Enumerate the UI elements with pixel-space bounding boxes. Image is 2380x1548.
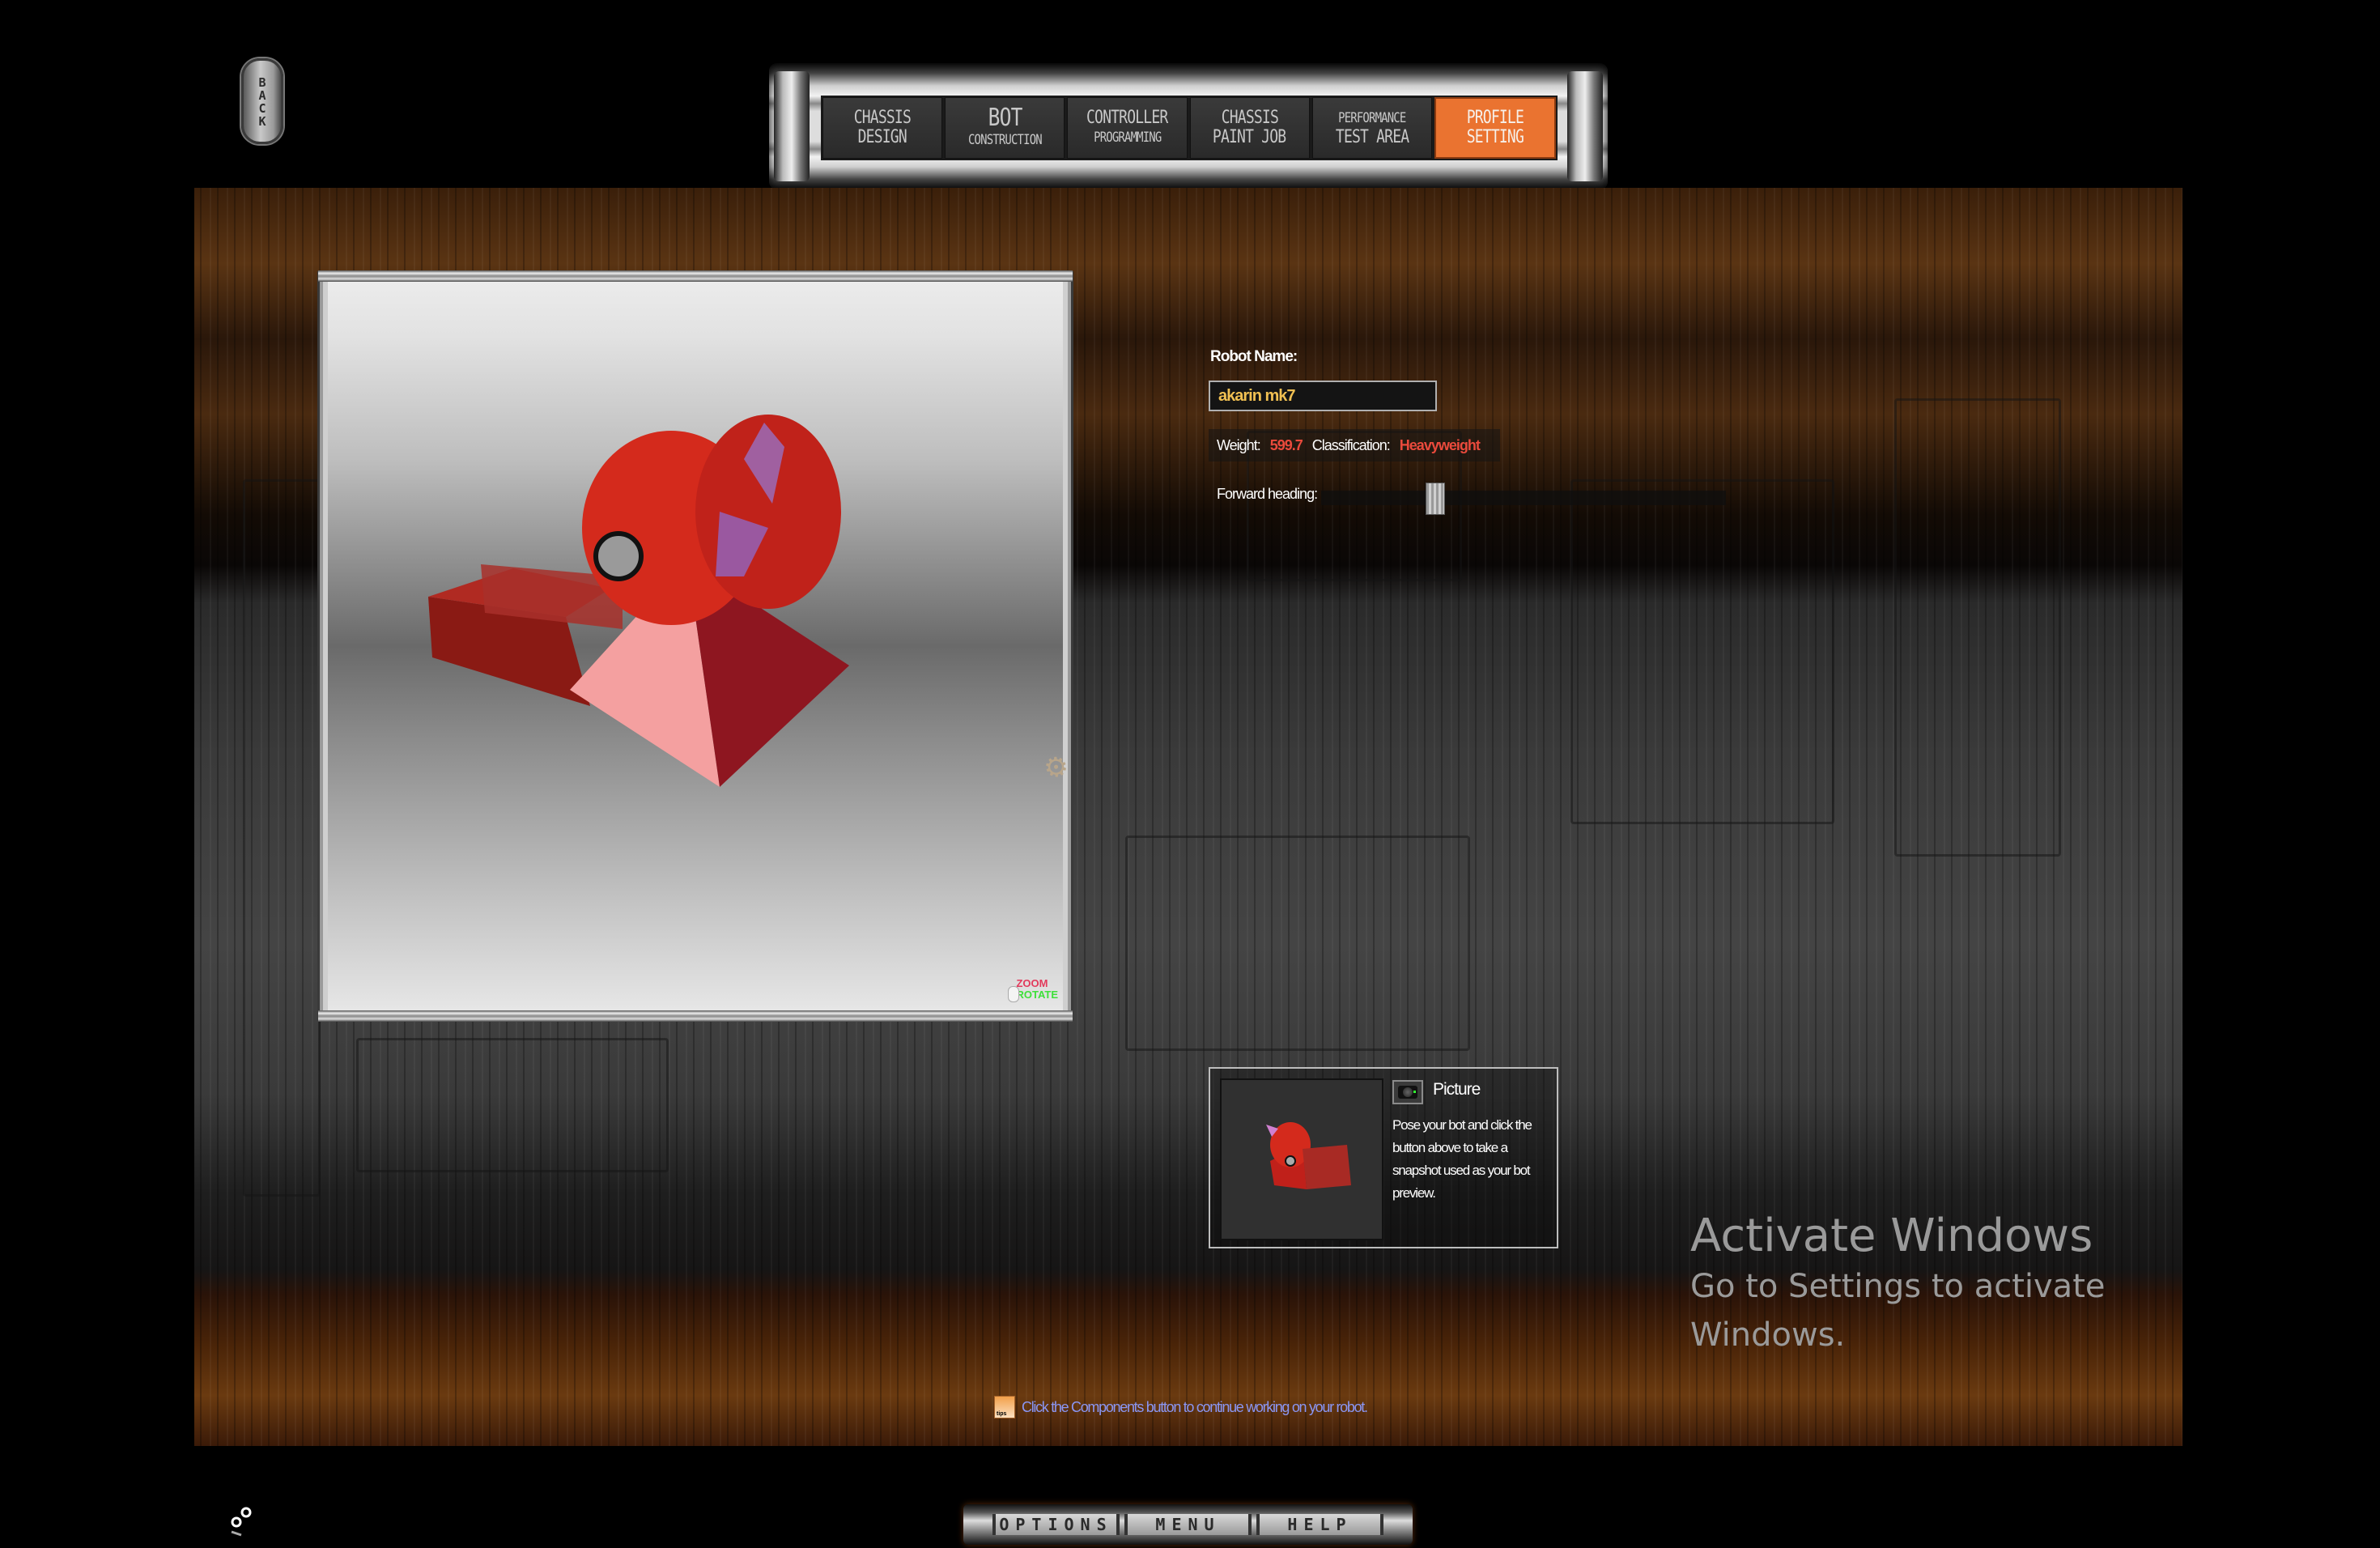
tip-text: Click the Components button to continue … (1022, 1398, 1368, 1415)
tab-bot-construction[interactable]: BOT CONSTRUCTION (945, 97, 1065, 159)
activate-windows-watermark: Activate Windows Go to Settings to activ… (1690, 1210, 2127, 1359)
tab-label-line1: CHASSIS (1221, 108, 1278, 128)
preview-wheel (1285, 1155, 1296, 1167)
tab-label-line2: PAINT JOB (1213, 127, 1286, 147)
picture-title: Picture (1433, 1080, 1481, 1099)
lightbulb-tip-icon: tips (994, 1396, 1015, 1418)
forward-heading-slider-track[interactable] (1321, 491, 1726, 505)
tab-chassis-paint-job[interactable]: CHASSIS PAINT JOB (1189, 97, 1310, 159)
back-button-label: BACK (255, 75, 270, 127)
robot-model (428, 415, 849, 787)
bot-preview-thumbnail (1220, 1078, 1383, 1240)
tab-label-line1: PROFILE (1466, 108, 1524, 128)
tab-performance-test-area[interactable]: PERFORMANCE TEST AREA (1311, 97, 1432, 159)
tab-label-line2: SETTING (1466, 127, 1524, 147)
help-button[interactable]: HELP (1256, 1514, 1383, 1535)
picture-description: Pose your bot and click the button above… (1392, 1117, 1532, 1201)
circuit-trace (1125, 836, 1470, 1051)
tab-label-line2: TEST AREA (1335, 127, 1409, 147)
tip-bar: tips Click the Components button to cont… (994, 1396, 1368, 1418)
watermark-subtitle: Go to Settings to activate Windows. (1690, 1268, 2106, 1354)
take-picture-button[interactable] (1392, 1080, 1423, 1104)
circuit-trace (356, 1038, 669, 1172)
tab-label-line1: PERFORMANCE (1338, 110, 1406, 126)
options-button[interactable]: OPTIONS (992, 1514, 1120, 1535)
circuit-trace (1894, 398, 2061, 857)
tab-label-line2: DESIGN (857, 127, 907, 147)
back-button[interactable]: BACK (241, 58, 283, 144)
zoom-hint-label: ZOOM (1016, 977, 1048, 989)
picture-panel: Picture Pose your bot and click the butt… (1209, 1067, 1558, 1248)
mouse-controls-hint: ZOOM ROTATE (1008, 977, 1058, 1002)
robot-3d-viewport[interactable]: ZOOM ROTATE (318, 270, 1073, 1022)
tab-controller-programming[interactable]: CONTROLLER PROGRAMMING (1067, 97, 1188, 159)
classification-label: Classification: (1311, 436, 1391, 453)
preview-body (1303, 1145, 1351, 1189)
tab-profile-setting[interactable]: PROFILE SETTING (1434, 97, 1557, 159)
tab-chassis-design[interactable]: CHASSIS DESIGN (822, 97, 943, 159)
mouse-icon (1008, 986, 1020, 1002)
bot-preview-image (1266, 1122, 1351, 1189)
classification-value: Heavyweight (1399, 436, 1481, 453)
tab-label-line1: CHASSIS (853, 108, 912, 128)
menu-button[interactable]: MENU (1124, 1514, 1252, 1535)
tab-label-line2: PROGRAMMING (1093, 130, 1162, 146)
rotate-hint-label: ROTATE (1016, 989, 1058, 1001)
watermark-title: Activate Windows (1690, 1210, 2093, 1262)
viewport-bottom-rail (318, 1010, 1073, 1022)
nav-right-cap (1567, 71, 1603, 181)
viewport-top-rail (318, 270, 1073, 282)
bottom-menu-bar: OPTIONS MENU HELP (963, 1504, 1413, 1545)
tab-label-line1: BOT (988, 104, 1022, 132)
weight-label: Weight: (1217, 436, 1261, 453)
camera-icon (1398, 1086, 1417, 1099)
loading-spinner-icon (231, 1507, 252, 1537)
weight-value: 599.7 (1269, 436, 1303, 453)
tab-label-line1: CONTROLLER (1086, 108, 1168, 128)
robot-name-input[interactable] (1209, 381, 1437, 411)
tab-label-line2: CONSTRUCTION (967, 132, 1043, 148)
robot-wheel (593, 531, 644, 581)
forward-heading-label: Forward heading: (1217, 486, 1318, 502)
robot-stats-row: Weight: 599.7 Classification: Heavyweigh… (1209, 429, 1500, 461)
forward-heading-slider-thumb[interactable] (1425, 483, 1445, 515)
circuit-trace (1570, 479, 1834, 824)
top-navigation: CHASSIS DESIGN BOT CONSTRUCTION CONTROLL… (769, 63, 1608, 189)
circuit-trace (243, 479, 321, 1197)
nav-left-cap (774, 71, 810, 181)
robot-name-label: Robot Name: (1210, 348, 1298, 365)
tip-icon-label: tips (997, 1411, 1007, 1417)
